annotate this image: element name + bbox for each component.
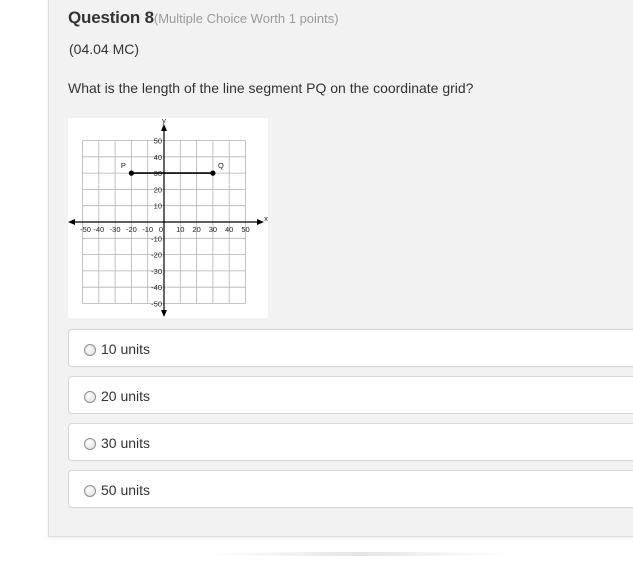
x-axis-arrow-right <box>257 219 264 225</box>
y-tick-label: 40 <box>154 153 162 162</box>
coordinate-grid: xy-50-40-30-20-10010203040505040302010-1… <box>68 118 268 318</box>
choice-label-3: 30 units <box>101 435 151 451</box>
radio-button-3[interactable] <box>84 438 96 450</box>
y-axis-arrow-down <box>161 310 167 317</box>
choice-label-4: 50 units <box>101 482 151 498</box>
y-tick-label: -20 <box>151 251 162 260</box>
x-tick-label: -20 <box>126 225 137 234</box>
question-code: (04.04 MC) <box>69 41 140 57</box>
choice-label-2: 20 units <box>101 388 151 404</box>
choice-option-1[interactable]: 10 units <box>68 329 633 367</box>
radio-button-1[interactable] <box>84 344 96 356</box>
x-tick-label: 40 <box>225 225 233 234</box>
x-tick-label: -30 <box>110 225 121 234</box>
x-tick-label: 20 <box>192 225 200 234</box>
question-text: What is the length of the line segment P… <box>68 80 474 96</box>
point-p <box>128 170 134 176</box>
radio-button-2[interactable] <box>84 391 96 403</box>
y-tick-label: 20 <box>154 185 162 194</box>
x-tick-label: -40 <box>93 225 104 234</box>
y-tick-label: 10 <box>154 202 162 211</box>
x-tick-label: 0 <box>159 225 163 234</box>
y-axis-arrow-up <box>161 124 167 131</box>
x-axis-arrow-left <box>68 219 75 225</box>
x-axis-label: x <box>264 214 268 223</box>
choice-option-2[interactable]: 20 units <box>68 376 633 414</box>
point-p-label: P <box>121 161 126 170</box>
x-tick-label: 30 <box>209 225 217 234</box>
bottom-shadow <box>205 552 515 556</box>
y-tick-label: -10 <box>151 234 162 243</box>
x-tick-label: -50 <box>80 225 91 234</box>
question-title: Question 8 <box>68 8 154 27</box>
radio-button-4[interactable] <box>84 485 96 497</box>
choice-option-4[interactable]: 50 units <box>68 470 633 508</box>
x-tick-label: 10 <box>176 225 184 234</box>
y-tick-label: -40 <box>151 283 162 292</box>
choice-option-3[interactable]: 30 units <box>68 423 633 461</box>
x-tick-label: -10 <box>142 225 153 234</box>
y-axis-label: y <box>162 118 166 125</box>
question-header: Question 8(Multiple Choice Worth 1 point… <box>68 8 339 28</box>
y-tick-label: -30 <box>151 267 162 276</box>
question-worth: (Multiple Choice Worth 1 points) <box>153 11 339 26</box>
y-tick-label: -50 <box>151 300 162 309</box>
point-q-label: Q <box>218 161 224 170</box>
y-tick-label: 50 <box>154 137 162 146</box>
point-q <box>210 170 216 176</box>
x-tick-label: 50 <box>241 225 249 234</box>
choice-label-1: 10 units <box>101 341 151 357</box>
